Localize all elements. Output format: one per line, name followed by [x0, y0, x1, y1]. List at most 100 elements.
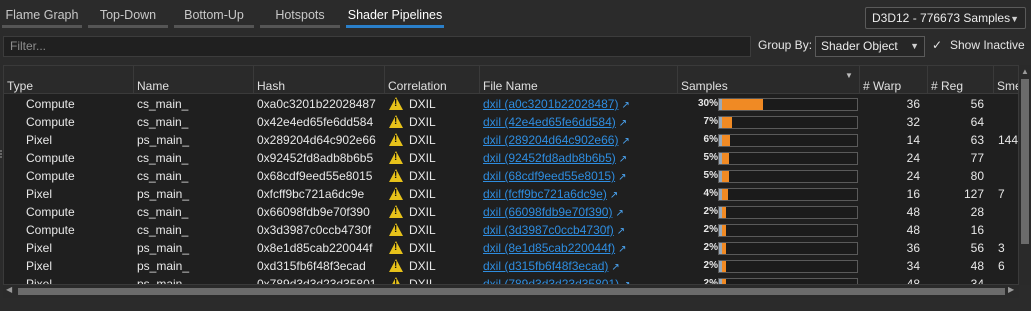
cell-hash: 0x66098fdb9e70f390	[257, 205, 370, 219]
samples-bar	[718, 242, 858, 255]
vertical-scrollbar[interactable]: ▲	[1019, 65, 1031, 285]
samples-percent: 2%	[703, 278, 718, 285]
cell-type: Compute	[26, 169, 75, 183]
cell-type: Pixel	[26, 277, 53, 285]
table-row[interactable]: Pixel ps_main_ 0xfcff9bc721a6dc9e DXIL dxil …	[4, 185, 1018, 203]
file-link[interactable]: dxil (66098fdb9e70f390)	[483, 205, 612, 219]
cell-name: cs_main_	[137, 97, 189, 111]
column-header-hash[interactable]: Hash	[254, 66, 385, 94]
tab-top-down[interactable]: Top-Down	[88, 3, 168, 29]
group-by-dropdown[interactable]: Shader Object ▼	[815, 36, 925, 57]
cell-warp: 16	[906, 187, 920, 201]
file-link[interactable]: dxil (3d3987c0ccb4730f)	[483, 223, 614, 237]
external-link-icon[interactable]: ↗	[621, 100, 629, 111]
external-link-icon[interactable]: ↗	[617, 226, 625, 237]
file-link[interactable]: dxil (a0c3201b22028487)	[483, 97, 618, 111]
external-link-icon[interactable]: ↗	[611, 262, 619, 273]
cell-smem	[998, 275, 1018, 284]
warning-triangle-icon	[389, 133, 403, 146]
file-link[interactable]: dxil (42e4ed65fe6dd584)	[483, 115, 616, 129]
table-row[interactable]: Compute cs_main_ 0x66098fdb9e70f390 DXIL dxi…	[4, 203, 1018, 221]
table-row[interactable]: Compute cs_main_ 0x3d3987c0ccb4730f DXIL dxi…	[4, 221, 1018, 239]
tab-flame-graph[interactable]: Flame Graph	[2, 3, 82, 29]
external-link-icon[interactable]: ↗	[618, 244, 626, 255]
column-header-correlation[interactable]: Correlation	[385, 66, 480, 94]
correlation-label: DXIL	[409, 169, 436, 183]
table-row[interactable]: Pixel ps_main_ 0x289204d64c902e66 DXIL dxil …	[4, 131, 1018, 149]
correlation-label: DXIL	[409, 223, 436, 237]
cell-warp: 48	[906, 277, 920, 285]
column-header-smem[interactable]: Smem	[994, 66, 1018, 94]
table-row[interactable]: Pixel ps_main_ 0xd315fb6f48f3ecad DXIL dxil …	[4, 257, 1018, 275]
horizontal-scroll-thumb[interactable]	[18, 288, 1005, 295]
horizontal-scrollbar[interactable]: ◀ ▶	[3, 285, 1019, 298]
table-row[interactable]: Compute cs_main_ 0x92452fd8adb8b6b5 DXIL dxi…	[4, 149, 1018, 167]
external-link-icon[interactable]: ↗	[618, 172, 626, 183]
file-link[interactable]: dxil (fcff9bc721a6dc9e)	[483, 187, 607, 201]
sample-source-dropdown[interactable]: D3D12 - 776673 Samples ▼	[865, 7, 1026, 29]
scroll-right-icon[interactable]: ▶	[1008, 285, 1014, 294]
samples-percent: 5%	[703, 152, 718, 163]
table-row[interactable]: Compute cs_main_ 0x68cdf9eed55e8015 DXIL dxi…	[4, 167, 1018, 185]
column-header-name[interactable]: Name	[134, 66, 254, 94]
cell-hash: 0x289204d64c902e66	[257, 133, 376, 147]
table-row[interactable]: Pixel ps_main_ 0x8e1d85cab220044f DXIL dxil …	[4, 239, 1018, 257]
column-header-warp[interactable]: # Warp	[860, 66, 928, 94]
cell-type: Pixel	[26, 259, 53, 273]
samples-bar	[718, 224, 858, 237]
file-link[interactable]: dxil (68cdf9eed55e8015)	[483, 169, 615, 183]
samples-bar-fill	[722, 135, 731, 146]
cell-name: ps_main_	[137, 241, 190, 255]
filter-input[interactable]: Filter...	[3, 36, 751, 57]
cell-reg: 56	[970, 97, 984, 111]
scroll-left-icon[interactable]: ◀	[6, 285, 12, 294]
cell-warp: 34	[906, 259, 920, 273]
sample-source-value: D3D12 - 776673 Samples	[872, 11, 1011, 25]
cell-file-name: dxil (8e1d85cab220044f) ↗	[483, 239, 679, 257]
cell-correlation: DXIL	[389, 167, 481, 185]
file-link[interactable]: dxil (92452fd8adb8b6b5)	[483, 151, 616, 165]
cell-warp: 36	[906, 241, 920, 255]
warning-triangle-icon	[389, 169, 403, 182]
tab-shader-pipelines[interactable]: Shader Pipelines	[346, 3, 444, 29]
file-link[interactable]: dxil (d315fb6f48f3ecad)	[483, 259, 608, 273]
samples-bar-stripe	[719, 117, 722, 128]
samples-bar	[718, 188, 858, 201]
show-inactive-checkbox[interactable]: ✓	[932, 39, 945, 52]
samples-percent: 2%	[703, 260, 718, 271]
column-header-reg[interactable]: # Reg	[928, 66, 994, 94]
splitter-handle[interactable]	[0, 150, 4, 158]
samples-percent: 4%	[703, 188, 718, 199]
cell-hash: 0x3d3987c0ccb4730f	[257, 223, 372, 237]
samples-bar-fill	[722, 261, 726, 272]
external-link-icon[interactable]: ↗	[619, 118, 627, 129]
samples-bar-fill	[722, 171, 729, 182]
column-header-type[interactable]: Type	[4, 66, 134, 94]
cell-correlation: DXIL	[389, 113, 481, 131]
cell-name: cs_main_	[137, 169, 189, 183]
warning-triangle-icon	[389, 223, 403, 236]
cell-hash: 0x92452fd8adb8b6b5	[257, 151, 374, 165]
correlation-label: DXIL	[409, 259, 436, 273]
column-header-samples[interactable]: Samples	[678, 66, 860, 94]
column-header-file-name[interactable]: File Name	[480, 66, 678, 94]
tab-bottom-up[interactable]: Bottom-Up	[174, 3, 254, 29]
vertical-scroll-thumb[interactable]	[1021, 79, 1029, 244]
file-link[interactable]: dxil (289204d64c902e66)	[483, 133, 618, 147]
cell-warp: 24	[906, 151, 920, 165]
table-row[interactable]: Compute cs_main_ 0x42e4ed65fe6dd584 DXIL dxi…	[4, 113, 1018, 131]
table-row[interactable]: Pixel ps_main_ 0x789d3d3d23d35801 DXIL dxil …	[4, 275, 1018, 285]
table-row[interactable]: Compute cs_main_ 0xa0c3201b22028487 DXIL dxi…	[4, 95, 1018, 113]
external-link-icon[interactable]: ↗	[619, 154, 627, 165]
external-link-icon[interactable]: ↗	[615, 208, 623, 219]
external-link-icon[interactable]: ↗	[610, 190, 618, 201]
external-link-icon[interactable]: ↗	[621, 136, 629, 147]
file-link[interactable]: dxil (789d3d3d23d35801)	[483, 277, 619, 284]
cell-file-name: dxil (fcff9bc721a6dc9e) ↗	[483, 185, 679, 203]
scroll-up-icon[interactable]: ▲	[1021, 67, 1029, 76]
cell-correlation: DXIL	[389, 185, 481, 203]
tab-bar: Flame Graph Top-Down Bottom-Up Hotspots …	[0, 0, 1031, 33]
tab-hotspots[interactable]: Hotspots	[260, 3, 340, 29]
file-link[interactable]: dxil (8e1d85cab220044f)	[483, 241, 615, 255]
samples-bar-fill	[722, 243, 726, 254]
